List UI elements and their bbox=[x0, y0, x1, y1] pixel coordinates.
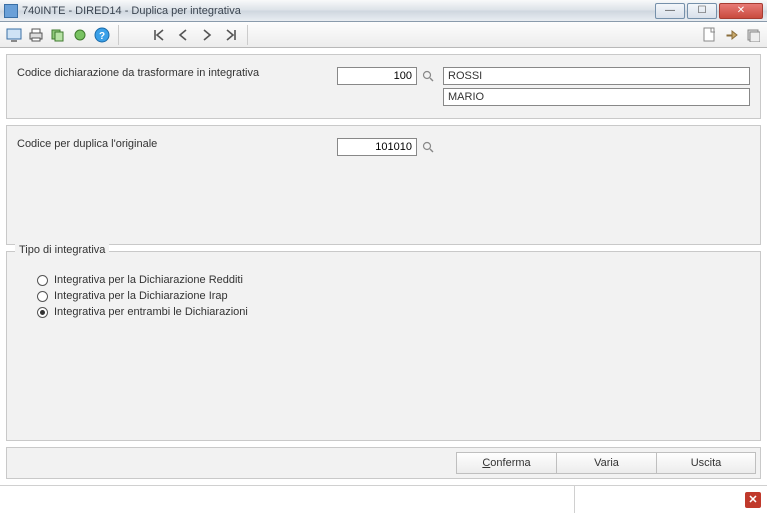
confirm-button[interactable]: Conferma bbox=[456, 452, 556, 474]
radio-label: Integrativa per la Dichiarazione Irap bbox=[54, 290, 228, 302]
radio-option-irap[interactable]: Integrativa per la Dichiarazione Irap bbox=[37, 290, 730, 302]
radio-label: Integrativa per la Dichiarazione Redditi bbox=[54, 274, 243, 286]
label-codice-duplica: Codice per duplica l'originale bbox=[17, 138, 157, 150]
vary-button[interactable]: Varia bbox=[556, 452, 656, 474]
input-codice-trasformare[interactable] bbox=[337, 67, 417, 85]
radio-label: Integrativa per entrambi le Dichiarazion… bbox=[54, 306, 248, 318]
lookup-icon[interactable] bbox=[421, 140, 435, 154]
print-icon[interactable] bbox=[26, 25, 46, 45]
help-icon[interactable]: ? bbox=[92, 25, 112, 45]
tree-green-icon[interactable] bbox=[70, 25, 90, 45]
window-minimize-button[interactable]: — bbox=[655, 3, 685, 19]
nav-prev-icon[interactable] bbox=[173, 25, 193, 45]
nav-next-icon[interactable] bbox=[197, 25, 217, 45]
tipo-integrativa-legend: Tipo di integrativa bbox=[15, 244, 109, 256]
name-field[interactable]: MARIO bbox=[443, 88, 750, 106]
status-left bbox=[0, 486, 575, 513]
radio-icon bbox=[37, 307, 48, 318]
name-value: MARIO bbox=[448, 91, 484, 103]
window-close-button[interactable]: ✕ bbox=[719, 3, 763, 19]
surname-field[interactable]: ROSSI bbox=[443, 67, 750, 85]
toolbar: ? bbox=[0, 22, 767, 48]
screen-icon[interactable] bbox=[4, 25, 24, 45]
label-codice-trasformare: Codice dichiarazione da trasformare in i… bbox=[17, 67, 259, 79]
surname-value: ROSSI bbox=[448, 70, 482, 82]
button-bar: Conferma Varia Uscita bbox=[6, 447, 761, 479]
radio-option-entrambi[interactable]: Integrativa per entrambi le Dichiarazion… bbox=[37, 306, 730, 318]
panel-codice-trasformare: Codice dichiarazione da trasformare in i… bbox=[6, 54, 761, 119]
close-icon[interactable]: ✕ bbox=[745, 492, 761, 508]
doc-icon[interactable] bbox=[699, 25, 719, 45]
input-codice-duplica[interactable] bbox=[337, 138, 417, 156]
radio-icon bbox=[37, 291, 48, 302]
status-bar: ✕ bbox=[0, 485, 767, 513]
panel-codice-duplica: Codice per duplica l'originale bbox=[6, 125, 761, 245]
lookup-icon[interactable] bbox=[421, 69, 435, 83]
radio-option-redditi[interactable]: Integrativa per la Dichiarazione Redditi bbox=[37, 274, 730, 286]
exit-button[interactable]: Uscita bbox=[656, 452, 756, 474]
toolbar-separator bbox=[247, 25, 248, 45]
nav-first-icon[interactable] bbox=[149, 25, 169, 45]
window-title: 740INTE - DIRED14 - Duplica per integrat… bbox=[22, 5, 655, 17]
radio-icon bbox=[37, 275, 48, 286]
toolbar-separator bbox=[118, 25, 119, 45]
window-maximize-button[interactable]: ☐ bbox=[687, 3, 717, 19]
title-bar: 740INTE - DIRED14 - Duplica per integrat… bbox=[0, 0, 767, 22]
nav-last-icon[interactable] bbox=[221, 25, 241, 45]
stack-icon[interactable] bbox=[743, 25, 763, 45]
app-icon bbox=[4, 4, 18, 18]
copy-green-icon[interactable] bbox=[48, 25, 68, 45]
status-right: ✕ bbox=[575, 486, 767, 513]
svg-text:?: ? bbox=[99, 31, 105, 42]
forward-icon[interactable] bbox=[721, 25, 741, 45]
tipo-integrativa-group: Tipo di integrativa Integrativa per la D… bbox=[6, 251, 761, 441]
confirm-label: onferma bbox=[490, 457, 530, 469]
